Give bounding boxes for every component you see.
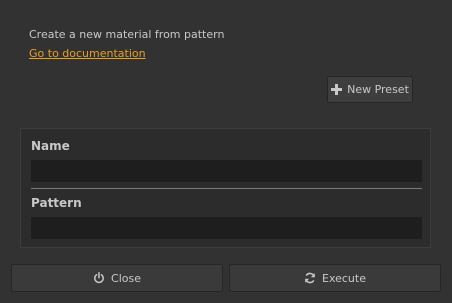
execute-button[interactable]: Execute bbox=[229, 264, 441, 292]
pattern-input[interactable] bbox=[31, 217, 422, 239]
pattern-label: Pattern bbox=[31, 196, 82, 210]
new-preset-button[interactable]: New Preset bbox=[327, 76, 413, 103]
plus-icon bbox=[331, 84, 343, 95]
execute-label: Execute bbox=[322, 271, 366, 285]
documentation-link[interactable]: Go to documentation bbox=[29, 47, 146, 60]
new-preset-label: New Preset bbox=[347, 83, 409, 96]
close-button[interactable]: Close bbox=[11, 264, 223, 292]
dialog-description: Create a new material from pattern bbox=[29, 28, 225, 41]
name-input[interactable] bbox=[31, 160, 422, 182]
form-divider bbox=[31, 188, 422, 189]
close-label: Close bbox=[111, 271, 141, 285]
refresh-icon bbox=[304, 272, 316, 284]
form-panel: Name Pattern bbox=[20, 128, 431, 248]
power-icon bbox=[93, 272, 105, 284]
material-pattern-dialog: Create a new material from pattern Go to… bbox=[0, 0, 452, 303]
name-label: Name bbox=[31, 139, 70, 153]
